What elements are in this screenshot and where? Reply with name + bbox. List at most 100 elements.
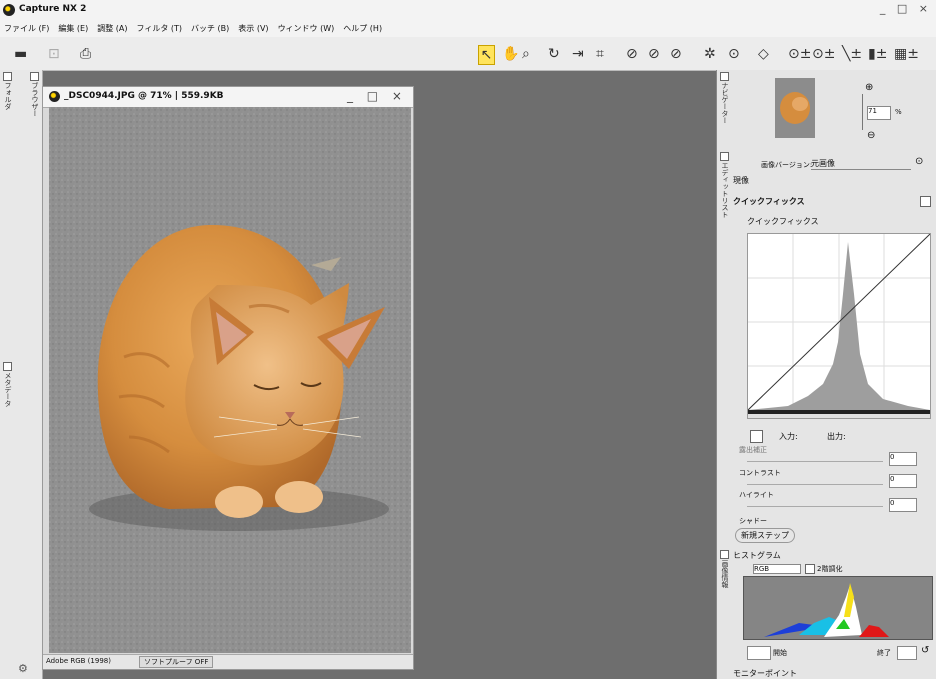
histogram-svg [764,583,889,637]
workspace-icon[interactable]: ▬ [14,45,27,63]
version-settings-icon[interactable]: ⊙ [915,156,923,167]
start-label: 開始 [773,649,787,657]
contrast-slider[interactable] [747,484,883,485]
app-logo-icon [3,4,15,16]
fill-remove-icon[interactable]: ▦± [894,45,919,63]
zoom-slider[interactable] [862,94,863,130]
browser-collapse-box[interactable] [30,72,39,81]
quickfix-header[interactable]: クイックフィックス [733,196,805,207]
thumbnail-cat [775,78,815,138]
output-label: 出力: [827,432,846,441]
menu-edit[interactable]: 編集 (E) [58,23,88,34]
exposure-label: 露出補正 [739,446,767,454]
image-info-tab[interactable]: 画像情報 [720,560,730,588]
folder-collapse-box[interactable] [3,72,12,81]
curve-tool-icon[interactable] [750,430,763,443]
metadata-tab[interactable]: メタデータ [3,372,13,407]
channel-dropdown[interactable]: RGB [753,564,801,574]
quickfix-checkbox[interactable] [920,196,931,207]
control-point-icon[interactable]: ⊙± [788,45,811,63]
navigator-tab[interactable]: ナビゲーター [720,82,730,124]
photo-canvas[interactable] [49,107,411,653]
start-field[interactable] [747,646,771,660]
zoom-unit: % [895,108,902,116]
neutral-point-icon[interactable]: ⊘ [648,45,660,63]
settings-icon[interactable]: ⚙ [18,662,28,675]
develop-section-label[interactable]: 現像 [733,175,749,186]
highlight-label: ハイライト [739,491,774,499]
toolbar: ▬ ⊡ ⎙ ↖ ✋ ⌕ ↻ ⇥ ⌗ ⊘ ⊘ ⊘ ✲ ⊙ ◇ ⊙± ⊙± ╲± ▮… [0,37,936,71]
direct-select-tool-icon[interactable]: ↖ [478,45,495,65]
monitor-point-label[interactable]: モニターポイント [733,668,797,679]
left-panel-strip: フォルダ ブラウザー メタデータ ⚙ [0,70,43,679]
new-step-button[interactable]: 新規ステップ [735,528,795,543]
cat-photo [49,107,411,653]
rotate-icon[interactable]: ↻ [548,45,560,63]
zoom-in-icon[interactable]: ⊕ [865,82,873,93]
menu-help[interactable]: ヘルプ (H) [343,23,382,34]
window-controls[interactable]: _ □ × [880,2,932,15]
softproof-dropdown[interactable]: ソフトプルーフ OFF [139,656,214,668]
menu-bar: ファイル (F) 編集 (E) 調整 (A) フィルタ (T) バッチ (B) … [0,20,936,37]
navigator-thumbnail[interactable] [775,78,815,138]
print-icon[interactable]: ⎙ [80,45,91,63]
auto-retouch-icon[interactable]: ⊙ [728,45,740,63]
image-window-title: _DSC0944.JPG @ 71% | 559.9KB [64,91,224,101]
version-dropdown[interactable]: 元画像 [811,158,911,170]
white-point-icon[interactable]: ⊘ [670,45,682,63]
histogram-section-label[interactable]: ヒストグラム [733,550,781,561]
version-label: 画像バージョン: [761,161,813,169]
compare-icon[interactable]: ⊡ [48,45,60,63]
exposure-slider[interactable] [747,461,883,462]
histogram-graph [743,576,933,640]
tone-curve-graph[interactable] [747,233,931,419]
menu-file[interactable]: ファイル (F) [4,23,49,34]
hand-tool-icon[interactable]: ✋ [502,45,519,63]
reset-icon[interactable]: ↺ [921,645,929,656]
contrast-label: コントラスト [739,469,781,477]
navigator-collapse-box[interactable] [720,72,729,81]
shadow-label: シャドー [739,517,767,525]
app-title: Capture NX 2 [19,4,87,14]
quickfix-item[interactable]: クイックフィックス [747,216,819,227]
input-label: 入力: [779,432,798,441]
menu-view[interactable]: 表示 (V) [238,23,268,34]
color-profile-label: Adobe RGB (1998) [46,657,111,665]
image-window-titlebar[interactable]: _DSC0944.JPG @ 71% | 559.9KB _ □ × [43,87,413,108]
contrast-field[interactable]: 0 [889,474,917,488]
image-window-controls[interactable]: _ □ × [347,89,407,103]
menu-filter[interactable]: フィルタ (T) [137,23,183,34]
metadata-collapse-box[interactable] [3,362,12,371]
title-bar: Capture NX 2 _ □ × [0,0,936,20]
gradation-checkbox[interactable] [805,564,815,574]
menu-batch[interactable]: バッチ (B) [191,23,229,34]
image-status-bar: Adobe RGB (1998) ソフトプルーフ OFF [43,654,413,669]
image-window: _DSC0944.JPG @ 71% | 559.9KB _ □ × Adobe… [42,86,414,670]
black-point-icon[interactable]: ⊘ [626,45,638,63]
red-eye-icon[interactable]: ✲ [704,45,716,63]
zoom-value-field[interactable]: 71 [867,106,891,120]
histogram-collapse-box[interactable] [720,550,729,559]
browser-tab[interactable]: ブラウザー [30,82,40,117]
menu-adjust[interactable]: 調整 (A) [97,23,127,34]
editlist-collapse-box[interactable] [720,152,729,161]
image-window-logo-icon [49,91,60,102]
menu-window[interactable]: ウィンドウ (W) [278,23,335,34]
straighten-icon[interactable]: ⇥ [572,45,584,63]
gradient-tool-icon[interactable]: ╲± [842,45,862,63]
folder-tab[interactable]: フォルダ [3,82,13,110]
color-control-point-icon[interactable]: ⊙± [812,45,835,63]
editlist-tab[interactable]: エディットリスト [720,162,730,218]
highlight-field[interactable]: 0 [889,498,917,512]
lasso-icon[interactable]: ◇ [758,45,769,63]
exposure-field[interactable]: 0 [889,452,917,466]
gradation-label: 2階調化 [817,565,843,573]
end-field[interactable] [897,646,917,660]
curve-svg [747,233,931,418]
end-label: 終了 [877,649,891,657]
highlight-slider[interactable] [747,506,883,507]
selection-brush-icon[interactable]: ▮± [868,45,887,63]
zoom-out-icon[interactable]: ⊖ [867,130,875,141]
zoom-tool-icon[interactable]: ⌕ [522,45,530,63]
crop-tool-icon[interactable]: ⌗ [596,45,604,63]
